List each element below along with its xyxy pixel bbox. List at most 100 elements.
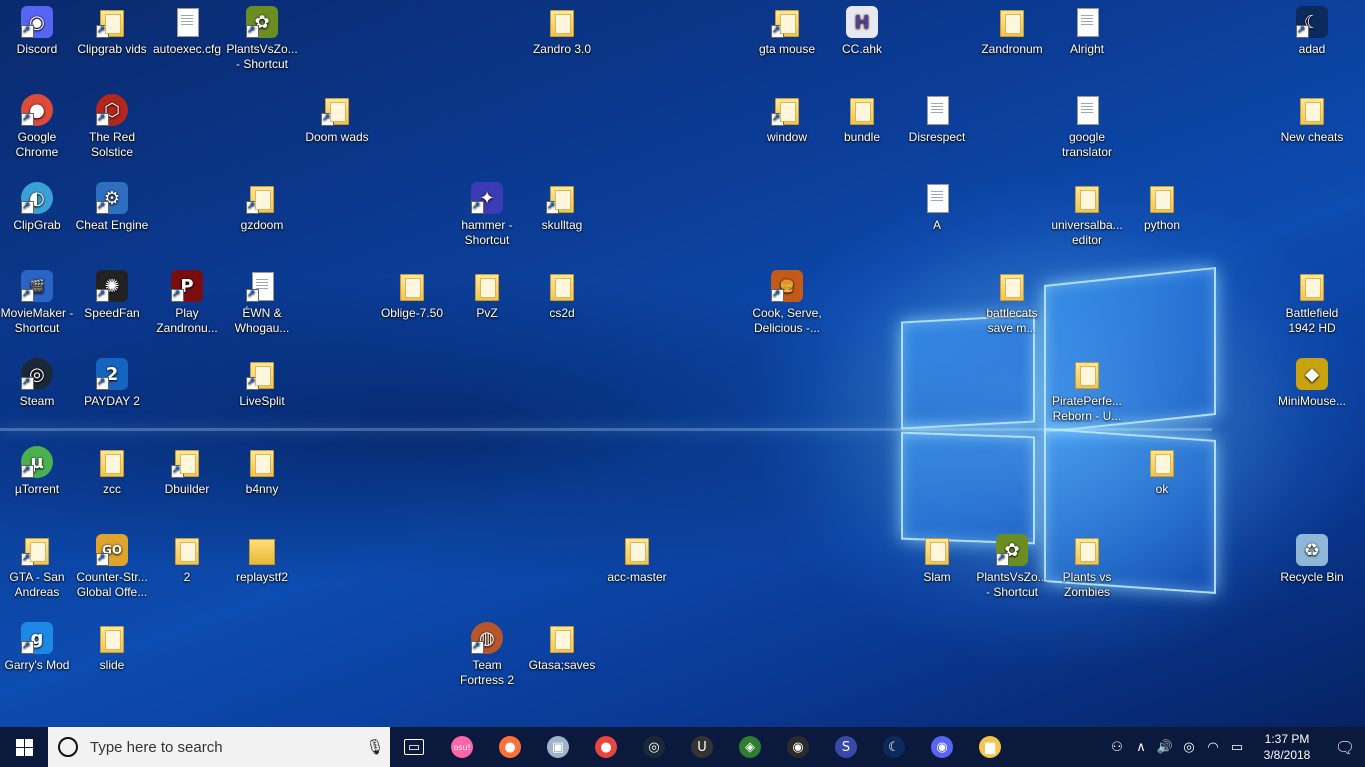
chevron-up-icon[interactable]: ∧: [1129, 740, 1153, 755]
desktop-icon-minimouse[interactable]: ◆ MiniMouse...: [1275, 352, 1349, 409]
taskbar-app-cheat[interactable]: ☾: [870, 727, 918, 767]
desktop-icon-skulltag[interactable]: skulltag: [525, 176, 599, 233]
action-center-icon[interactable]: 🗨: [1325, 738, 1365, 757]
desktop-icon-utorrent[interactable]: µ µTorrent: [0, 440, 74, 497]
desktop-icon-dbuilder[interactable]: Dbuilder: [150, 440, 224, 497]
shortcut-arrow-icon: [771, 287, 784, 302]
desktop-icon-cook-serve[interactable]: 🍔 Cook, Serve, Delicious -...: [750, 264, 824, 336]
desktop-icon-autoexec[interactable]: autoexec.cfg: [150, 0, 224, 57]
desktop-icon-alright[interactable]: Alright: [1050, 0, 1124, 57]
desktop-icon-adad[interactable]: ☾ adad: [1275, 0, 1349, 57]
shortcut-arrow-icon: [1296, 23, 1309, 38]
desktop-icon-pirateperfection[interactable]: PiratePerfe... Reborn - U...: [1050, 352, 1124, 424]
desktop-icon-speedfan[interactable]: ✺ SpeedFan: [75, 264, 149, 321]
taskbar-app-paint[interactable]: ◈: [726, 727, 774, 767]
ok-icon: [1146, 446, 1178, 478]
desktop-icon-a-doc[interactable]: A: [900, 176, 974, 233]
desktop-icon-two[interactable]: 2: [150, 528, 224, 585]
desktop-icon-hammer[interactable]: ✦ hammer - Shortcut: [450, 176, 524, 248]
taskbar-app-steam[interactable]: ◎: [630, 727, 678, 767]
desktop-icon-doom-wads[interactable]: Doom wads: [300, 88, 374, 145]
taskbar-app-firefox[interactable]: ●: [486, 727, 534, 767]
taskbar-app-sonic[interactable]: S: [822, 727, 870, 767]
desktop-icon-tf2[interactable]: ◍ Team Fortress 2: [450, 616, 524, 688]
desktop-icon-label: Cheat Engine: [75, 218, 149, 232]
desktop-icon-bundle[interactable]: bundle: [825, 88, 899, 145]
microphone-icon[interactable]: 🎙: [360, 738, 390, 756]
desktop-icon-payday2[interactable]: 2 PAYDAY 2: [75, 352, 149, 409]
desktop-icon-ok[interactable]: ok: [1125, 440, 1199, 497]
desktop-icon-label: A: [932, 218, 941, 232]
desktop-icon-oblige[interactable]: Oblige-7.50: [375, 264, 449, 321]
volume-icon[interactable]: 🔊: [1153, 740, 1177, 755]
oblige-icon: [396, 270, 428, 302]
desktop-icon-b4nny[interactable]: b4nny: [225, 440, 299, 497]
desktop-icon-chrome[interactable]: ● Google Chrome: [0, 88, 74, 160]
desktop-icon-livesplit[interactable]: LiveSplit: [225, 352, 299, 409]
desktop-icon-universalba[interactable]: universalba... editor: [1050, 176, 1124, 248]
desktop-icon-cheat-engine[interactable]: ⚙ Cheat Engine: [75, 176, 149, 233]
desktop-icon-label: Steam: [19, 394, 55, 408]
desktop-icon-acc-master[interactable]: acc-master: [600, 528, 674, 585]
gzdoom-icon: [246, 182, 278, 214]
desktop-icon-gta-sa[interactable]: GTA - San Andreas: [0, 528, 74, 600]
desktop-icon-clipgrab-vids[interactable]: Clipgrab vids: [75, 0, 149, 57]
desktop-icon-battlefield[interactable]: Battlefield 1942 HD: [1275, 264, 1349, 336]
desktop-icon-google-translator[interactable]: google translator: [1050, 88, 1124, 160]
windows-logo-icon: [15, 738, 33, 756]
desktop-icon-cc-ahk[interactable]: H CC.ahk: [825, 0, 899, 57]
desktop-icon-pvz-folder[interactable]: PvZ: [450, 264, 524, 321]
people-icon[interactable]: ⚇: [1105, 740, 1129, 755]
battery-icon[interactable]: ▭: [1225, 740, 1249, 755]
desktop-icon-label: autoexec.cfg: [152, 42, 222, 56]
desktop-icon-garrys-mod[interactable]: g Garry's Mod: [0, 616, 74, 673]
taskbar-app-ultra[interactable]: U: [678, 727, 726, 767]
desktop-icon-gta-mouse[interactable]: gta mouse: [750, 0, 824, 57]
desktop-icon-ewn[interactable]: ÉWN & Whogau...: [225, 264, 299, 336]
taskbar-app-discord[interactable]: ◉: [918, 727, 966, 767]
desktop-icon-gtasa-saves[interactable]: Gtasa;saves: [525, 616, 599, 673]
desktop-icon-steam[interactable]: ◎ Steam: [0, 352, 74, 409]
desktop-icon-slide[interactable]: slide: [75, 616, 149, 673]
desktop-icon-moviemaker[interactable]: 🎬 MovieMaker - Shortcut: [0, 264, 74, 336]
slide-icon: [96, 622, 128, 654]
clock[interactable]: 1:37 PM 3/8/2018: [1249, 731, 1325, 763]
desktop-icon-label: Disrespect: [908, 130, 966, 144]
desktop-icon-battlecats[interactable]: battlecats save m...: [975, 264, 1049, 336]
wifi-icon[interactable]: ◠: [1201, 740, 1225, 755]
desktop-icon-pvz-shortcut-2[interactable]: ✿ PlantsVsZo... - Shortcut: [975, 528, 1049, 600]
shortcut-arrow-icon: [771, 23, 784, 38]
desktop-icon-label: acc-master: [607, 570, 667, 584]
taskbar-app-osu[interactable]: osu!: [438, 727, 486, 767]
desktop-icon-plants-vs-zombies[interactable]: Plants vs Zombies: [1050, 528, 1124, 600]
taskbar-app-chrome[interactable]: ●: [582, 727, 630, 767]
desktop-icon-label: MovieMaker - Shortcut: [0, 306, 74, 335]
desktop-icon-recycle-bin[interactable]: ♻ Recycle Bin: [1275, 528, 1349, 585]
desktop-icon-zandronum[interactable]: Zandronum: [975, 0, 1049, 57]
desktop-icon-csgo[interactable]: GO Counter-Str... Global Offe...: [75, 528, 149, 600]
taskbar-app-obs[interactable]: ◉: [774, 727, 822, 767]
desktop-icon-slam[interactable]: Slam: [900, 528, 974, 585]
taskbar-app-explorer[interactable]: ▆: [966, 727, 1014, 767]
desktop-icon-python[interactable]: python: [1125, 176, 1199, 233]
desktop-icon-disrespect[interactable]: Disrespect: [900, 88, 974, 145]
desktop-icon-play-zandronum[interactable]: P Play Zandronu...: [150, 264, 224, 336]
desktop-icon-zandro[interactable]: Zandro 3.0: [525, 0, 599, 57]
desktop-icon-gzdoom[interactable]: gzdoom: [225, 176, 299, 233]
taskbar-app-monitor[interactable]: ▣: [534, 727, 582, 767]
desktop-icon-replaystf2[interactable]: replaystf2: [225, 528, 299, 585]
desktop-icon-cs2d[interactable]: cs2d: [525, 264, 599, 321]
desktop-icon-red-solstice[interactable]: ⬡ The Red Solstice: [75, 88, 149, 160]
desktop-icon-new-cheats[interactable]: New cheats: [1275, 88, 1349, 145]
desktop-icon-window[interactable]: window: [750, 88, 824, 145]
cc-ahk-icon: H: [846, 6, 878, 38]
desktop-icon-pvz-shortcut-1[interactable]: ✿ PlantsVsZo... - Shortcut: [225, 0, 299, 72]
start-button[interactable]: [0, 727, 48, 767]
search-box[interactable]: Type here to search 🎙: [48, 727, 390, 767]
steam-tray-icon[interactable]: ◎: [1177, 740, 1201, 755]
taskbar-app-task-view[interactable]: ▭: [390, 727, 438, 767]
doom-wads-icon: [321, 94, 353, 126]
desktop-icon-zcc[interactable]: zcc: [75, 440, 149, 497]
desktop-icon-clipgrab[interactable]: ◐ ClipGrab: [0, 176, 74, 233]
desktop-icon-discord[interactable]: ◉ Discord: [0, 0, 74, 57]
